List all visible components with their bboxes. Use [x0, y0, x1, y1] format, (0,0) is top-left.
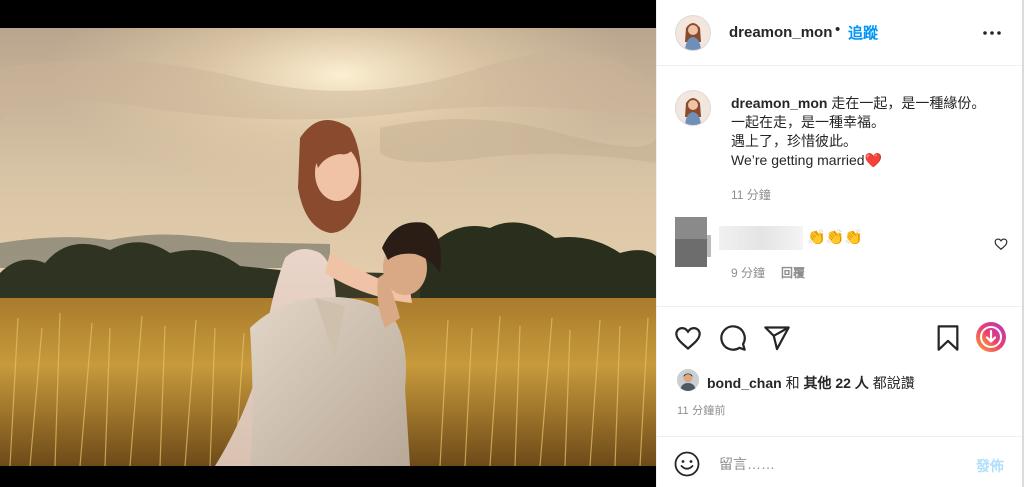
caption-line-2: 一起在走，是一種幸福。: [731, 114, 885, 130]
post-header: dreamon_mon • 追蹤: [657, 0, 1023, 66]
post-photo[interactable]: [0, 28, 656, 466]
likes-others-link[interactable]: 其他 22 人: [803, 375, 868, 391]
comment-heart-icon[interactable]: [994, 237, 1008, 251]
comment-timestamp: 9 分鐘: [731, 266, 766, 280]
download-badge-icon[interactable]: [975, 321, 1007, 353]
separator-dot: •: [835, 21, 841, 38]
caption-text: dreamon_mon 走在一起，是一種緣份。 一起在走，是一種幸福。 遇上了，…: [731, 94, 1016, 170]
add-comment-bar: 發佈: [657, 436, 1023, 487]
author-avatar[interactable]: [675, 15, 711, 51]
emoji-smile-icon[interactable]: [674, 451, 700, 477]
paper-plane-icon[interactable]: [763, 324, 791, 352]
comment-bubble-icon[interactable]: [719, 324, 747, 352]
bookmark-icon[interactable]: [934, 324, 962, 352]
liker-avatar[interactable]: [677, 369, 699, 391]
caption-line-4: We’re getting married❤️: [731, 152, 883, 168]
caption-timestamp[interactable]: 11 分鐘: [731, 186, 771, 203]
comment-input[interactable]: [719, 451, 959, 477]
commenter-username-blurred[interactable]: [719, 226, 803, 250]
caption-line-3: 遇上了，珍惜彼此。: [731, 133, 857, 149]
liker-username[interactable]: bond_chan: [707, 375, 782, 391]
follow-button[interactable]: 追蹤: [848, 22, 878, 43]
caption-username[interactable]: dreamon_mon: [731, 95, 827, 111]
post-comment-button[interactable]: 發佈: [976, 456, 1004, 476]
post-side-panel: dreamon_mon • 追蹤 dreamon_mon 走在一起，是一種緣份。…: [656, 0, 1023, 487]
author-username[interactable]: dreamon_mon: [729, 24, 832, 41]
post-timestamp[interactable]: 11 分鐘前: [677, 402, 726, 418]
caption-line-1: 走在一起，是一種緣份。: [831, 95, 986, 111]
likes-text: bond_chan 和 其他 22 人 都說讚: [707, 373, 915, 393]
caption-author-avatar[interactable]: [675, 90, 711, 126]
commenter-avatar[interactable]: [675, 217, 711, 267]
more-horizontal-icon[interactable]: [981, 23, 1003, 43]
comment-text: 👏👏👏: [807, 229, 864, 246]
likes-suffix: 都說讚: [872, 375, 915, 391]
likes-and: 和: [785, 375, 800, 391]
post-media: [0, 0, 656, 487]
heart-icon[interactable]: [674, 324, 702, 352]
reply-button[interactable]: 回覆: [781, 264, 805, 281]
